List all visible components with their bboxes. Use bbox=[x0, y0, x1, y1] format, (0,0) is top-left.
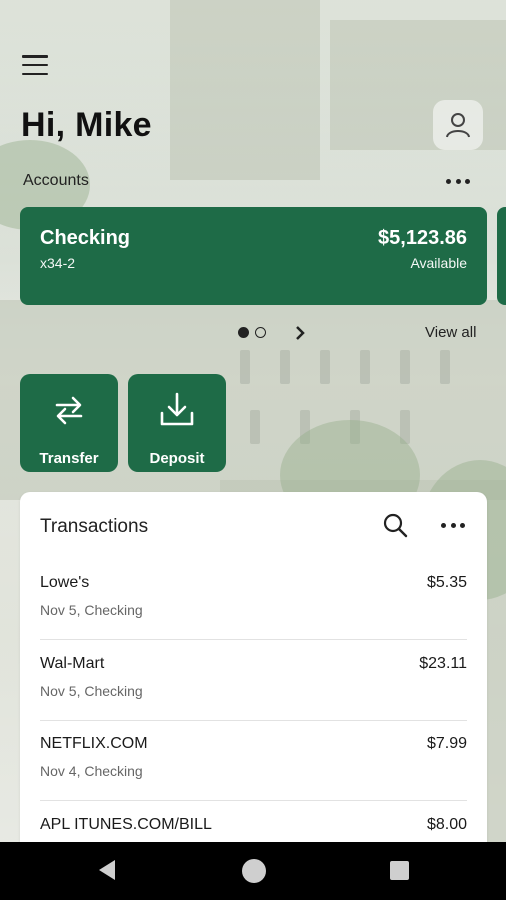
transaction-merchant: Lowe's bbox=[40, 574, 90, 591]
more-dot bbox=[455, 178, 461, 184]
home-circle-icon[interactable] bbox=[242, 859, 266, 883]
account-name: Checking bbox=[40, 227, 131, 249]
transactions-search-button[interactable] bbox=[381, 511, 409, 539]
transaction-merchant: Wal-Mart bbox=[40, 655, 105, 672]
transaction-amount: $5.35 bbox=[426, 574, 467, 591]
account-number: x34-2 bbox=[40, 255, 76, 271]
chevron-right-icon bbox=[296, 326, 305, 340]
menu-line bbox=[22, 55, 48, 58]
transfer-button[interactable]: Transfer bbox=[20, 374, 118, 472]
transaction-meta: Nov 5, Checking bbox=[40, 602, 143, 618]
transaction-merchant: APL ITUNES.COM/BILL bbox=[40, 816, 212, 833]
account-card-checking[interactable]: Checking x34-2 $5,123.86 Available bbox=[20, 207, 487, 305]
more-horizontal-icon bbox=[446, 178, 451, 184]
transaction-meta: Nov 4, Checking bbox=[40, 763, 143, 779]
account-balance: $5,123.86 bbox=[378, 227, 467, 249]
transaction-meta: Nov 5, Checking bbox=[40, 683, 143, 699]
search-icon bbox=[383, 513, 408, 538]
transaction-amount: $8.00 bbox=[426, 816, 467, 833]
menu-line bbox=[22, 63, 48, 67]
pager-next-button[interactable] bbox=[290, 322, 310, 344]
greeting-title: Hi, Mike bbox=[21, 106, 152, 144]
transfer-arrows-icon bbox=[55, 396, 83, 425]
system-navigation-bar bbox=[0, 842, 506, 900]
transfer-label: Transfer bbox=[39, 450, 99, 467]
transaction-merchant: NETFLIX.COM bbox=[40, 735, 148, 752]
account-card-next-peek[interactable] bbox=[497, 207, 506, 305]
transactions-title: Transactions bbox=[40, 516, 149, 537]
transaction-amount: $7.99 bbox=[426, 735, 467, 752]
account-balance-label: Available bbox=[410, 255, 467, 271]
pager-dot[interactable] bbox=[255, 327, 266, 338]
recents-square-icon[interactable] bbox=[390, 861, 409, 880]
view-all-link[interactable]: View all bbox=[425, 324, 476, 341]
transaction-amount: $23.11 bbox=[419, 655, 467, 672]
more-dot bbox=[460, 522, 465, 528]
transactions-more-button[interactable] bbox=[441, 516, 465, 534]
transactions-panel: Transactions Lowe's Nov 5, Checking $5.3… bbox=[20, 492, 487, 862]
menu-line bbox=[22, 72, 48, 75]
transaction-row[interactable]: Lowe's Nov 5, Checking $5.35 bbox=[40, 560, 467, 640]
transaction-row[interactable]: Wal-Mart Nov 5, Checking $23.11 bbox=[40, 641, 467, 721]
deposit-label: Deposit bbox=[149, 450, 205, 467]
back-triangle-icon[interactable] bbox=[97, 858, 117, 882]
more-dot bbox=[465, 178, 470, 184]
download-tray-icon bbox=[160, 392, 194, 426]
more-dot bbox=[450, 522, 456, 528]
accounts-more-button[interactable] bbox=[446, 172, 470, 190]
pager-dot-active[interactable] bbox=[238, 327, 249, 338]
hamburger-menu-button[interactable] bbox=[22, 55, 48, 75]
accounts-pager bbox=[238, 327, 266, 338]
profile-button[interactable] bbox=[433, 100, 483, 150]
accounts-label: Accounts bbox=[23, 172, 89, 189]
transaction-row[interactable]: NETFLIX.COM Nov 4, Checking $7.99 bbox=[40, 721, 467, 801]
more-horizontal-icon bbox=[441, 522, 446, 528]
user-profile-icon bbox=[446, 113, 470, 138]
deposit-button[interactable]: Deposit bbox=[128, 374, 226, 472]
